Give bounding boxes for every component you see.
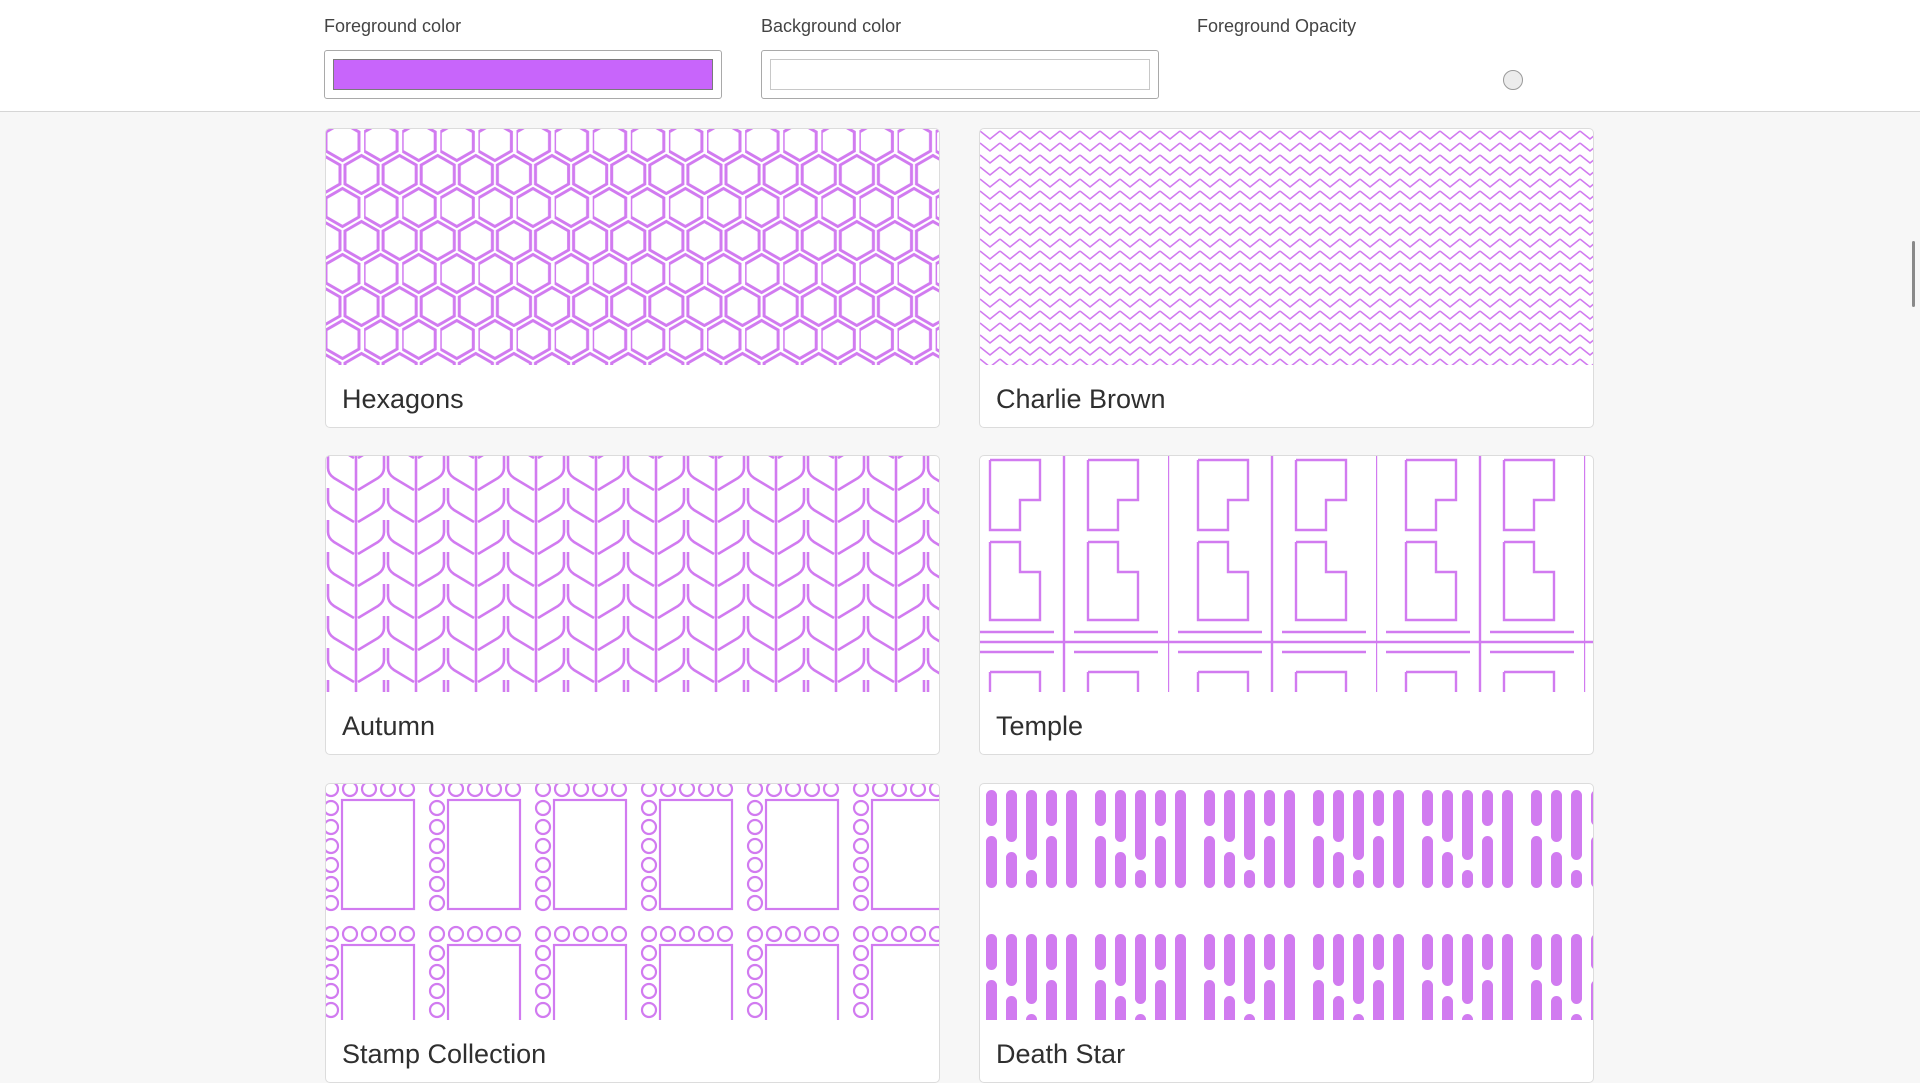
background-color-picker[interactable] bbox=[761, 50, 1159, 99]
chevron-leaf-pattern-preview bbox=[326, 456, 939, 692]
pattern-title: Stamp Collection bbox=[342, 1039, 547, 1069]
color-controls-bar: Foreground color Background color Foregr… bbox=[0, 0, 1920, 112]
pattern-card-death-star[interactable]: Death Star bbox=[979, 783, 1594, 1083]
pattern-card-autumn[interactable]: Autumn bbox=[325, 455, 940, 755]
bars-pattern-preview bbox=[980, 784, 1593, 1020]
page-scrollbar-thumb[interactable] bbox=[1912, 241, 1915, 307]
background-color-swatch bbox=[770, 59, 1150, 90]
pattern-card-charlie-brown[interactable]: Charlie Brown bbox=[979, 128, 1594, 428]
pattern-card-temple[interactable]: Temple bbox=[979, 455, 1594, 755]
foreground-color-label: Foreground color bbox=[324, 16, 462, 36]
pattern-title: Death Star bbox=[996, 1039, 1126, 1069]
pattern-card-hexagons[interactable]: Hexagons bbox=[325, 128, 940, 428]
foreground-opacity-label: Foreground Opacity bbox=[1197, 16, 1357, 36]
temple-lattice-pattern-preview bbox=[980, 456, 1593, 692]
foreground-color-picker[interactable] bbox=[324, 50, 722, 99]
pattern-card-stamp-collection[interactable]: Stamp Collection bbox=[325, 783, 940, 1083]
pattern-title: Hexagons bbox=[342, 384, 464, 414]
background-color-label: Background color bbox=[761, 16, 902, 36]
pattern-title: Temple bbox=[996, 711, 1084, 741]
zigzag-pattern-preview bbox=[980, 129, 1593, 365]
hexagons-pattern-preview bbox=[326, 129, 939, 365]
opacity-slider-thumb[interactable] bbox=[1503, 70, 1523, 90]
stamp-pattern-preview bbox=[326, 784, 939, 1020]
pattern-title: Charlie Brown bbox=[996, 384, 1166, 414]
pattern-title: Autumn bbox=[342, 711, 436, 741]
foreground-color-swatch bbox=[333, 59, 713, 90]
